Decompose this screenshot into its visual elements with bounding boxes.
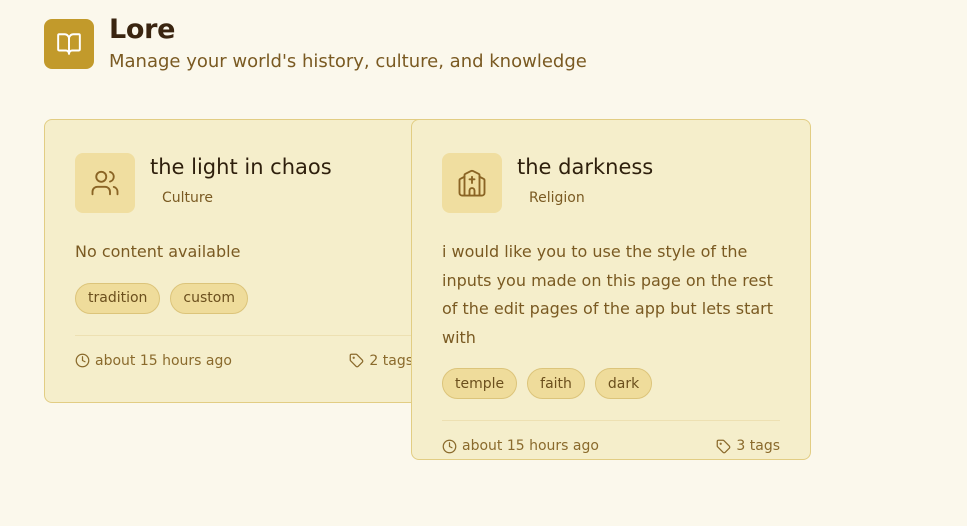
tag-count: 3 tags	[736, 438, 780, 454]
tag-chip[interactable]: dark	[594, 368, 653, 399]
tag-chip[interactable]: custom	[170, 282, 248, 314]
book-open-icon	[44, 19, 94, 69]
updated-time: about 15 hours ago	[95, 352, 232, 369]
card-content: i would like you to use the style of the…	[442, 242, 773, 347]
tag-list: temple faith dark	[442, 368, 780, 399]
lore-card-the-darkness[interactable]: the darkness Religion i would like you t…	[411, 119, 811, 460]
tag-icon	[350, 353, 364, 368]
tag-count: 2 tags	[369, 352, 413, 369]
updated-time: about 15 hours ago	[462, 438, 599, 454]
tag-icon	[717, 439, 731, 453]
card-footer: about 15 hours ago 2 tags	[75, 351, 413, 371]
category-label: Culture	[162, 190, 213, 206]
tag-chip[interactable]: faith	[527, 368, 585, 399]
page-header: Lore Manage your world's history, cultur…	[44, 14, 587, 74]
clock-icon	[442, 439, 457, 453]
tag-list: tradition custom	[75, 282, 413, 314]
page-subtitle: Manage your world's history, culture, an…	[109, 51, 587, 72]
card-title: the darkness	[517, 155, 654, 179]
clock-icon	[75, 353, 90, 368]
card-content: No content available	[75, 242, 241, 261]
category-label: Religion	[529, 190, 585, 206]
card-divider	[442, 420, 780, 421]
card-footer: about 15 hours ago 3 tags	[442, 436, 780, 456]
tag-chip[interactable]: temple	[442, 368, 518, 399]
page-title: Lore	[109, 14, 176, 45]
users-icon	[75, 153, 135, 213]
church-icon	[442, 153, 502, 213]
card-title: the light in chaos	[150, 155, 332, 179]
card-divider	[75, 334, 413, 336]
tag-chip[interactable]: tradition	[75, 282, 161, 314]
lore-card-the-light-in-chaos[interactable]: the light in chaos Culture No content av…	[44, 119, 444, 403]
